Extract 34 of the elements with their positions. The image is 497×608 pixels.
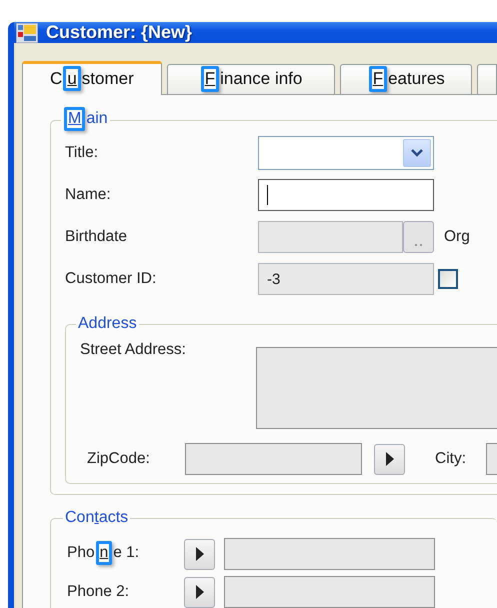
dial-button[interactable] — [184, 576, 215, 608]
phone-field[interactable] — [224, 576, 435, 608]
field-label: Name: — [65, 186, 112, 204]
field-label: Street Address: — [80, 341, 187, 360]
window-title: Customer: {New} — [46, 22, 192, 43]
chevron-down-icon — [411, 149, 423, 158]
date-picker-button[interactable] — [403, 221, 434, 254]
group-title: Contacts — [64, 509, 130, 528]
ellipsis-icon — [414, 244, 422, 246]
zipcode-field[interactable] — [185, 443, 362, 476]
field-label: Org — [444, 228, 470, 246]
play-icon — [196, 547, 204, 562]
dial-button[interactable] — [184, 538, 215, 570]
app-icon — [16, 22, 38, 42]
field-label: ZipCode: — [87, 450, 151, 468]
field-label: Title: — [65, 144, 100, 162]
partial-tab[interactable] — [477, 64, 497, 95]
text-field[interactable] — [258, 179, 434, 212]
tab[interactable]: F eatures — [340, 64, 472, 95]
street-address-field[interactable] — [256, 347, 497, 430]
field-label: Phone 2: — [67, 583, 130, 602]
tab[interactable]: C u stomer — [22, 61, 162, 95]
field-label: City: — [435, 450, 466, 468]
lookup-button[interactable] — [374, 444, 405, 475]
group-title: M ain — [61, 105, 110, 136]
tab[interactable]: F inance info — [166, 64, 336, 95]
play-icon — [386, 452, 394, 466]
group-title: Address — [77, 315, 138, 334]
play-icon — [196, 585, 204, 600]
field-label: Pho n e 1: — [67, 539, 184, 570]
phone-field[interactable] — [224, 538, 435, 570]
dropdown-field[interactable] — [258, 136, 434, 170]
field-label: Birthdate — [65, 228, 128, 246]
field-label: Customer ID: — [65, 270, 158, 288]
